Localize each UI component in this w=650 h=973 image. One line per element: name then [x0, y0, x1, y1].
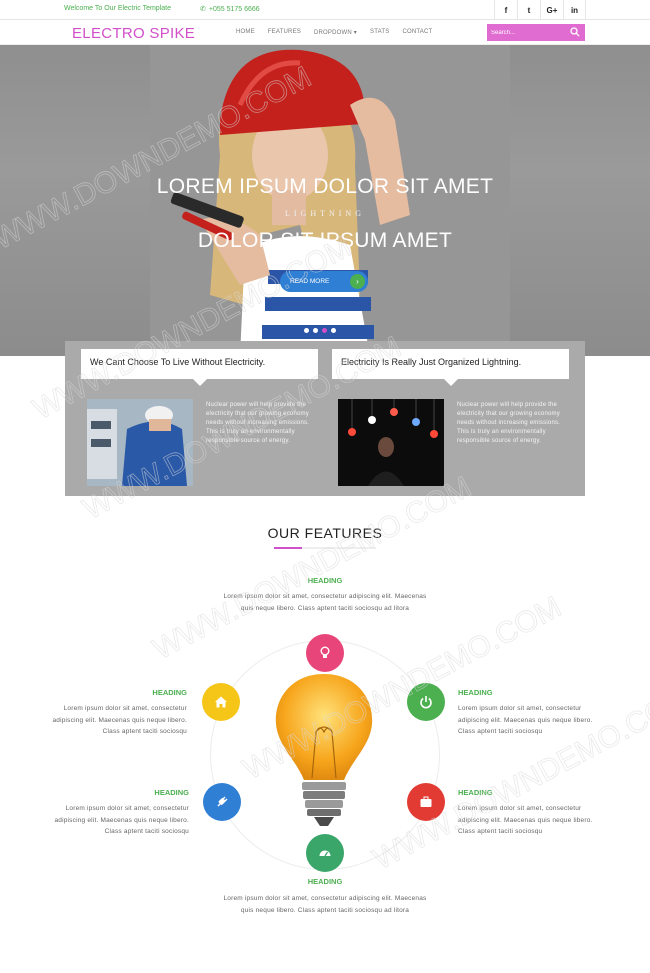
title-underline [274, 547, 376, 549]
feature-text-top: Lorem ipsum dolor sit amet, consectetur … [223, 593, 427, 612]
electrician-image [87, 399, 193, 486]
light-bulb-illustration [275, 674, 373, 826]
google-plus-icon[interactable]: G+ [540, 0, 563, 20]
dashboard-icon [319, 850, 331, 857]
power-icon [420, 696, 432, 709]
hero-title-2: DOLOR SIT IPSUM AMET [197, 229, 453, 252]
lightbulb-icon [320, 646, 330, 658]
top-bar: Welcome To Our Electric Template ✆ +055 5… [0, 0, 650, 20]
nav-item-contact[interactable]: CONTACT [402, 29, 432, 36]
arrow-right-icon: › [350, 274, 365, 289]
light-bulbs-image [338, 399, 444, 486]
feature-heading-left-1: HEADING [152, 688, 187, 697]
social-links: f t G+ in [494, 0, 586, 20]
hero-subtitle: LIGHTNING [285, 209, 365, 218]
nav-item-stats[interactable]: STATS [370, 29, 389, 36]
read-more-button[interactable]: READ MORE › [280, 271, 368, 292]
phone-number: +055 5175 6666 [208, 6, 260, 13]
feature-text-right-2: Lorem ipsum dolor sit amet, consectetur … [458, 805, 593, 835]
main-menu: HOME FEATURES DROPDOWN ▾ STATS CONTACT [236, 29, 445, 36]
search-icon[interactable] [570, 27, 580, 37]
info-text-1: Nuclear power will help provide the elec… [206, 402, 310, 444]
slide-dot-4[interactable] [331, 328, 336, 333]
nav-item-home[interactable]: HOME [236, 29, 255, 36]
search-box [487, 24, 585, 41]
plug-icon [217, 796, 228, 807]
feature-text-right-1: Lorem ipsum dolor sit amet, consectetur … [458, 705, 593, 735]
quote-text-1: We Cant Choose To Live Without Electrici… [90, 357, 266, 367]
quote-text-2: Electricity Is Really Just Organized Lig… [341, 357, 522, 367]
info-section: We Cant Choose To Live Without Electrici… [65, 341, 585, 496]
search-input[interactable] [491, 27, 565, 38]
watermark-text-4: WWW.DOWNDEMO.COM [148, 470, 477, 666]
quote-bubble-1: We Cant Choose To Live Without Electrici… [81, 349, 318, 386]
hero-slider: LOREM IPSUM DOLOR SIT AMET LIGHTNING DOL… [0, 45, 650, 356]
slide-dot-2[interactable] [313, 328, 318, 333]
hero-worker-image [150, 45, 510, 356]
main-navbar: ELECTRO SPIKE HOME FEATURES DROPDOWN ▾ S… [0, 21, 650, 45]
home-icon [215, 696, 227, 708]
feature-heading-right-2: HEADING [458, 788, 493, 797]
nav-item-dropdown[interactable]: DROPDOWN ▾ [314, 29, 357, 36]
linkedin-icon[interactable]: in [563, 0, 586, 20]
read-more-label: READ MORE [290, 278, 330, 285]
feature-heading-top: HEADING [307, 576, 343, 585]
feature-text-left-2: Lorem ipsum dolor sit amet, consectetur … [54, 805, 189, 835]
info-text-2: Nuclear power will help provide the elec… [457, 402, 561, 444]
slide-dot-3[interactable] [322, 328, 327, 333]
slide-dot-1[interactable] [304, 328, 309, 333]
twitter-icon[interactable]: t [517, 0, 540, 20]
welcome-text: Welcome To Our Electric Template [64, 5, 171, 12]
feature-text-left-1: Lorem ipsum dolor sit amet, consectetur … [52, 705, 187, 735]
feature-heading-bottom: HEADING [307, 877, 343, 886]
facebook-icon[interactable]: f [494, 0, 517, 20]
slider-dots [304, 328, 336, 333]
feature-heading-left-2: HEADING [154, 788, 189, 797]
phone-info: ✆ +055 5175 6666 [200, 5, 260, 13]
features-title: OUR FEATURES [267, 525, 383, 541]
hero-title-1: LOREM IPSUM DOLOR SIT AMET [156, 175, 494, 198]
feature-circle-left-1 [202, 683, 240, 721]
nav-item-features[interactable]: FEATURES [268, 29, 301, 36]
feature-heading-right-1: HEADING [458, 688, 493, 697]
feature-circle-top [306, 634, 344, 672]
quote-bubble-2: Electricity Is Really Just Organized Lig… [332, 349, 569, 386]
feature-text-bottom: Lorem ipsum dolor sit amet, consectetur … [223, 895, 427, 914]
feature-circle-bottom [306, 834, 344, 872]
site-logo[interactable]: ELECTRO SPIKE [72, 25, 195, 42]
feature-circle-left-2 [203, 783, 241, 821]
phone-icon: ✆ [200, 6, 206, 13]
briefcase-icon [420, 796, 432, 807]
feature-circle-right-1 [407, 683, 445, 721]
feature-circle-right-2 [407, 783, 445, 821]
